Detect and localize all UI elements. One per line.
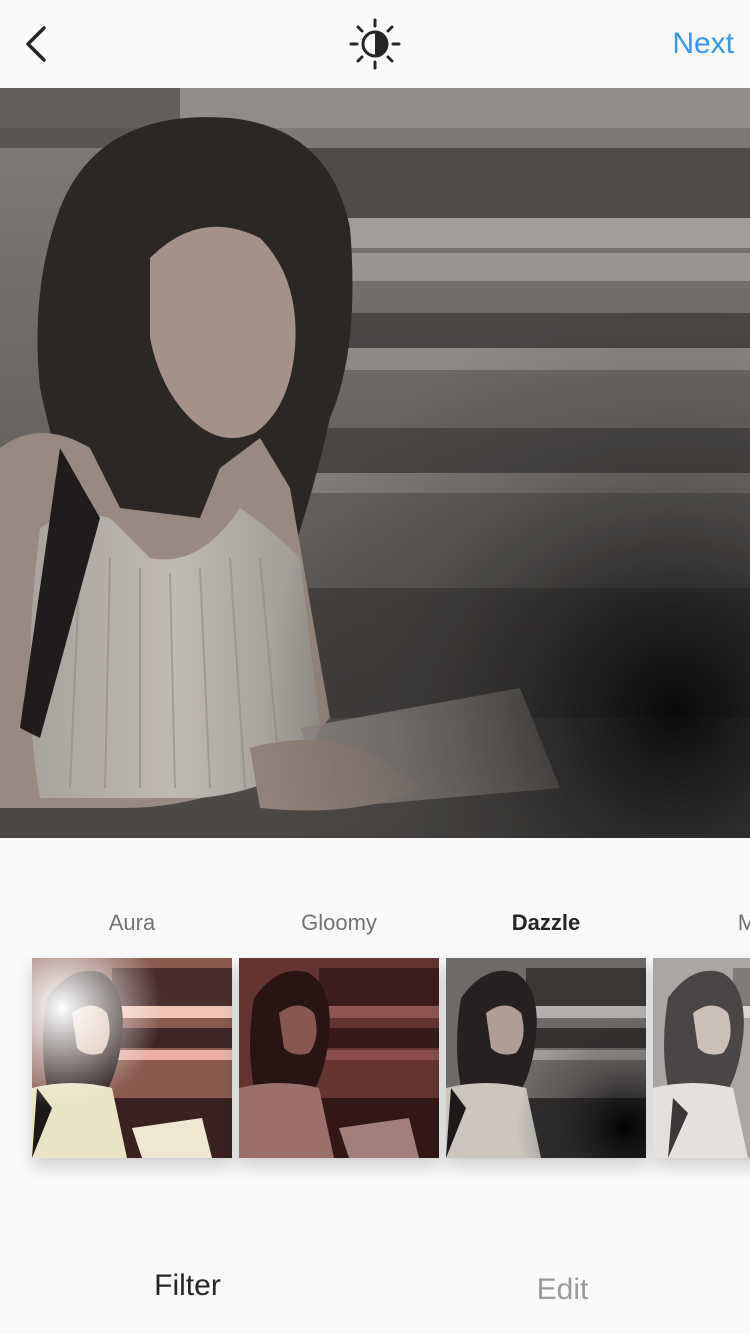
back-button[interactable] [14,18,62,70]
filter-label-gloomy: Gloomy [301,910,377,935]
filter-strip[interactable]: Aura Gloomy Dazzle M [0,838,750,1198]
tab-edit[interactable]: Edit [375,1270,750,1310]
photo-preview-image [0,88,750,838]
lux-button[interactable] [349,18,401,70]
filter-item-mo[interactable]: Mo [653,838,750,1198]
filter-item-aura[interactable]: Aura [32,838,232,1198]
next-button[interactable]: Next [672,24,734,64]
chevron-left-icon [26,26,46,62]
filter-label-dazzle: Dazzle [511,910,581,935]
top-bar: Next [0,0,750,88]
filter-item-gloomy[interactable]: Gloomy [239,838,439,1198]
filter-thumbnail-mo[interactable] [653,958,750,1158]
filter-label-aura: Aura [108,910,156,935]
filter-thumbnail-gloomy[interactable] [239,958,439,1158]
bottom-tab-bar: Filter Edit [0,1198,750,1334]
filter-label-mo: Mo [737,910,750,935]
filter-thumbnail-dazzle[interactable] [446,958,646,1158]
tab-filter[interactable]: Filter [0,1266,375,1306]
lux-sun-icon [349,18,401,70]
filter-thumbnail-aura[interactable] [32,958,232,1158]
photo-preview[interactable] [0,88,750,838]
filter-item-dazzle[interactable]: Dazzle [446,838,646,1198]
